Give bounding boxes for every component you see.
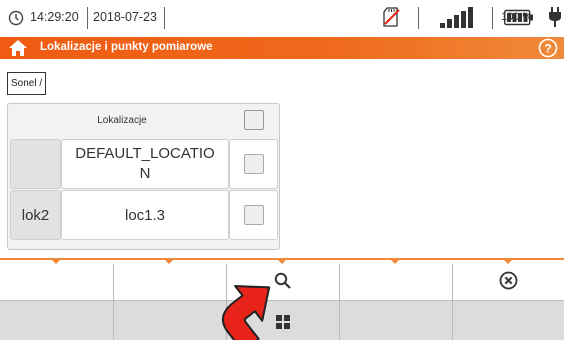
title-bar: Lokalizacje i punkty pomiarowe ? [0,37,564,59]
locations-table: Lokalizacje DEFAULT_LOCATIO N lok2 loc1.… [7,103,280,250]
svg-text:?: ? [544,42,551,56]
curved-arrow-annotation [221,285,271,340]
table-row-checkbox-cell [229,190,278,240]
home-icon[interactable] [8,39,28,57]
table-row-name[interactable]: lok2 [10,190,61,240]
status-separator [492,7,493,29]
page-title: Lokalizacje i punkty pomiarowe [40,41,213,53]
close-button[interactable] [452,260,564,300]
plug-icon [549,7,561,27]
table-row-value[interactable]: DEFAULT_LOCATIO N [61,139,229,189]
status-separator [87,7,88,29]
status-date: 2018-07-23 [93,10,157,24]
table-header: Lokalizacje [97,115,147,126]
status-separator [418,7,419,29]
toolbar-button-9[interactable] [339,300,452,340]
breadcrumb[interactable]: Sonel / [7,72,47,95]
close-circle-icon [499,271,518,290]
row-checkbox[interactable] [244,205,264,225]
status-separator [164,7,165,29]
table-row-value[interactable]: loc1.3 [61,190,229,240]
toolbar-button-4[interactable] [339,260,452,300]
toolbar-button-6[interactable] [0,300,113,340]
sd-card-icon [383,7,400,27]
status-time: 14:29:20 [30,10,79,24]
select-all-checkbox[interactable] [244,110,264,130]
table-row-name[interactable] [10,139,61,189]
toolbar-button-2[interactable] [113,260,226,300]
help-icon[interactable]: ? [538,38,558,58]
row-checkbox[interactable] [244,154,264,174]
table-row-checkbox-cell [229,139,278,189]
battery-icon [504,9,533,26]
toolbar-button-7[interactable] [113,300,226,340]
status-bar: 14:29:20 2018-07-23 100 % [0,0,564,36]
clock-icon [8,10,24,26]
toolbar-button-1[interactable] [0,260,113,300]
toolbar-button-10[interactable] [452,300,564,340]
bottom-toolbar [0,258,564,340]
signal-icon [440,7,473,28]
